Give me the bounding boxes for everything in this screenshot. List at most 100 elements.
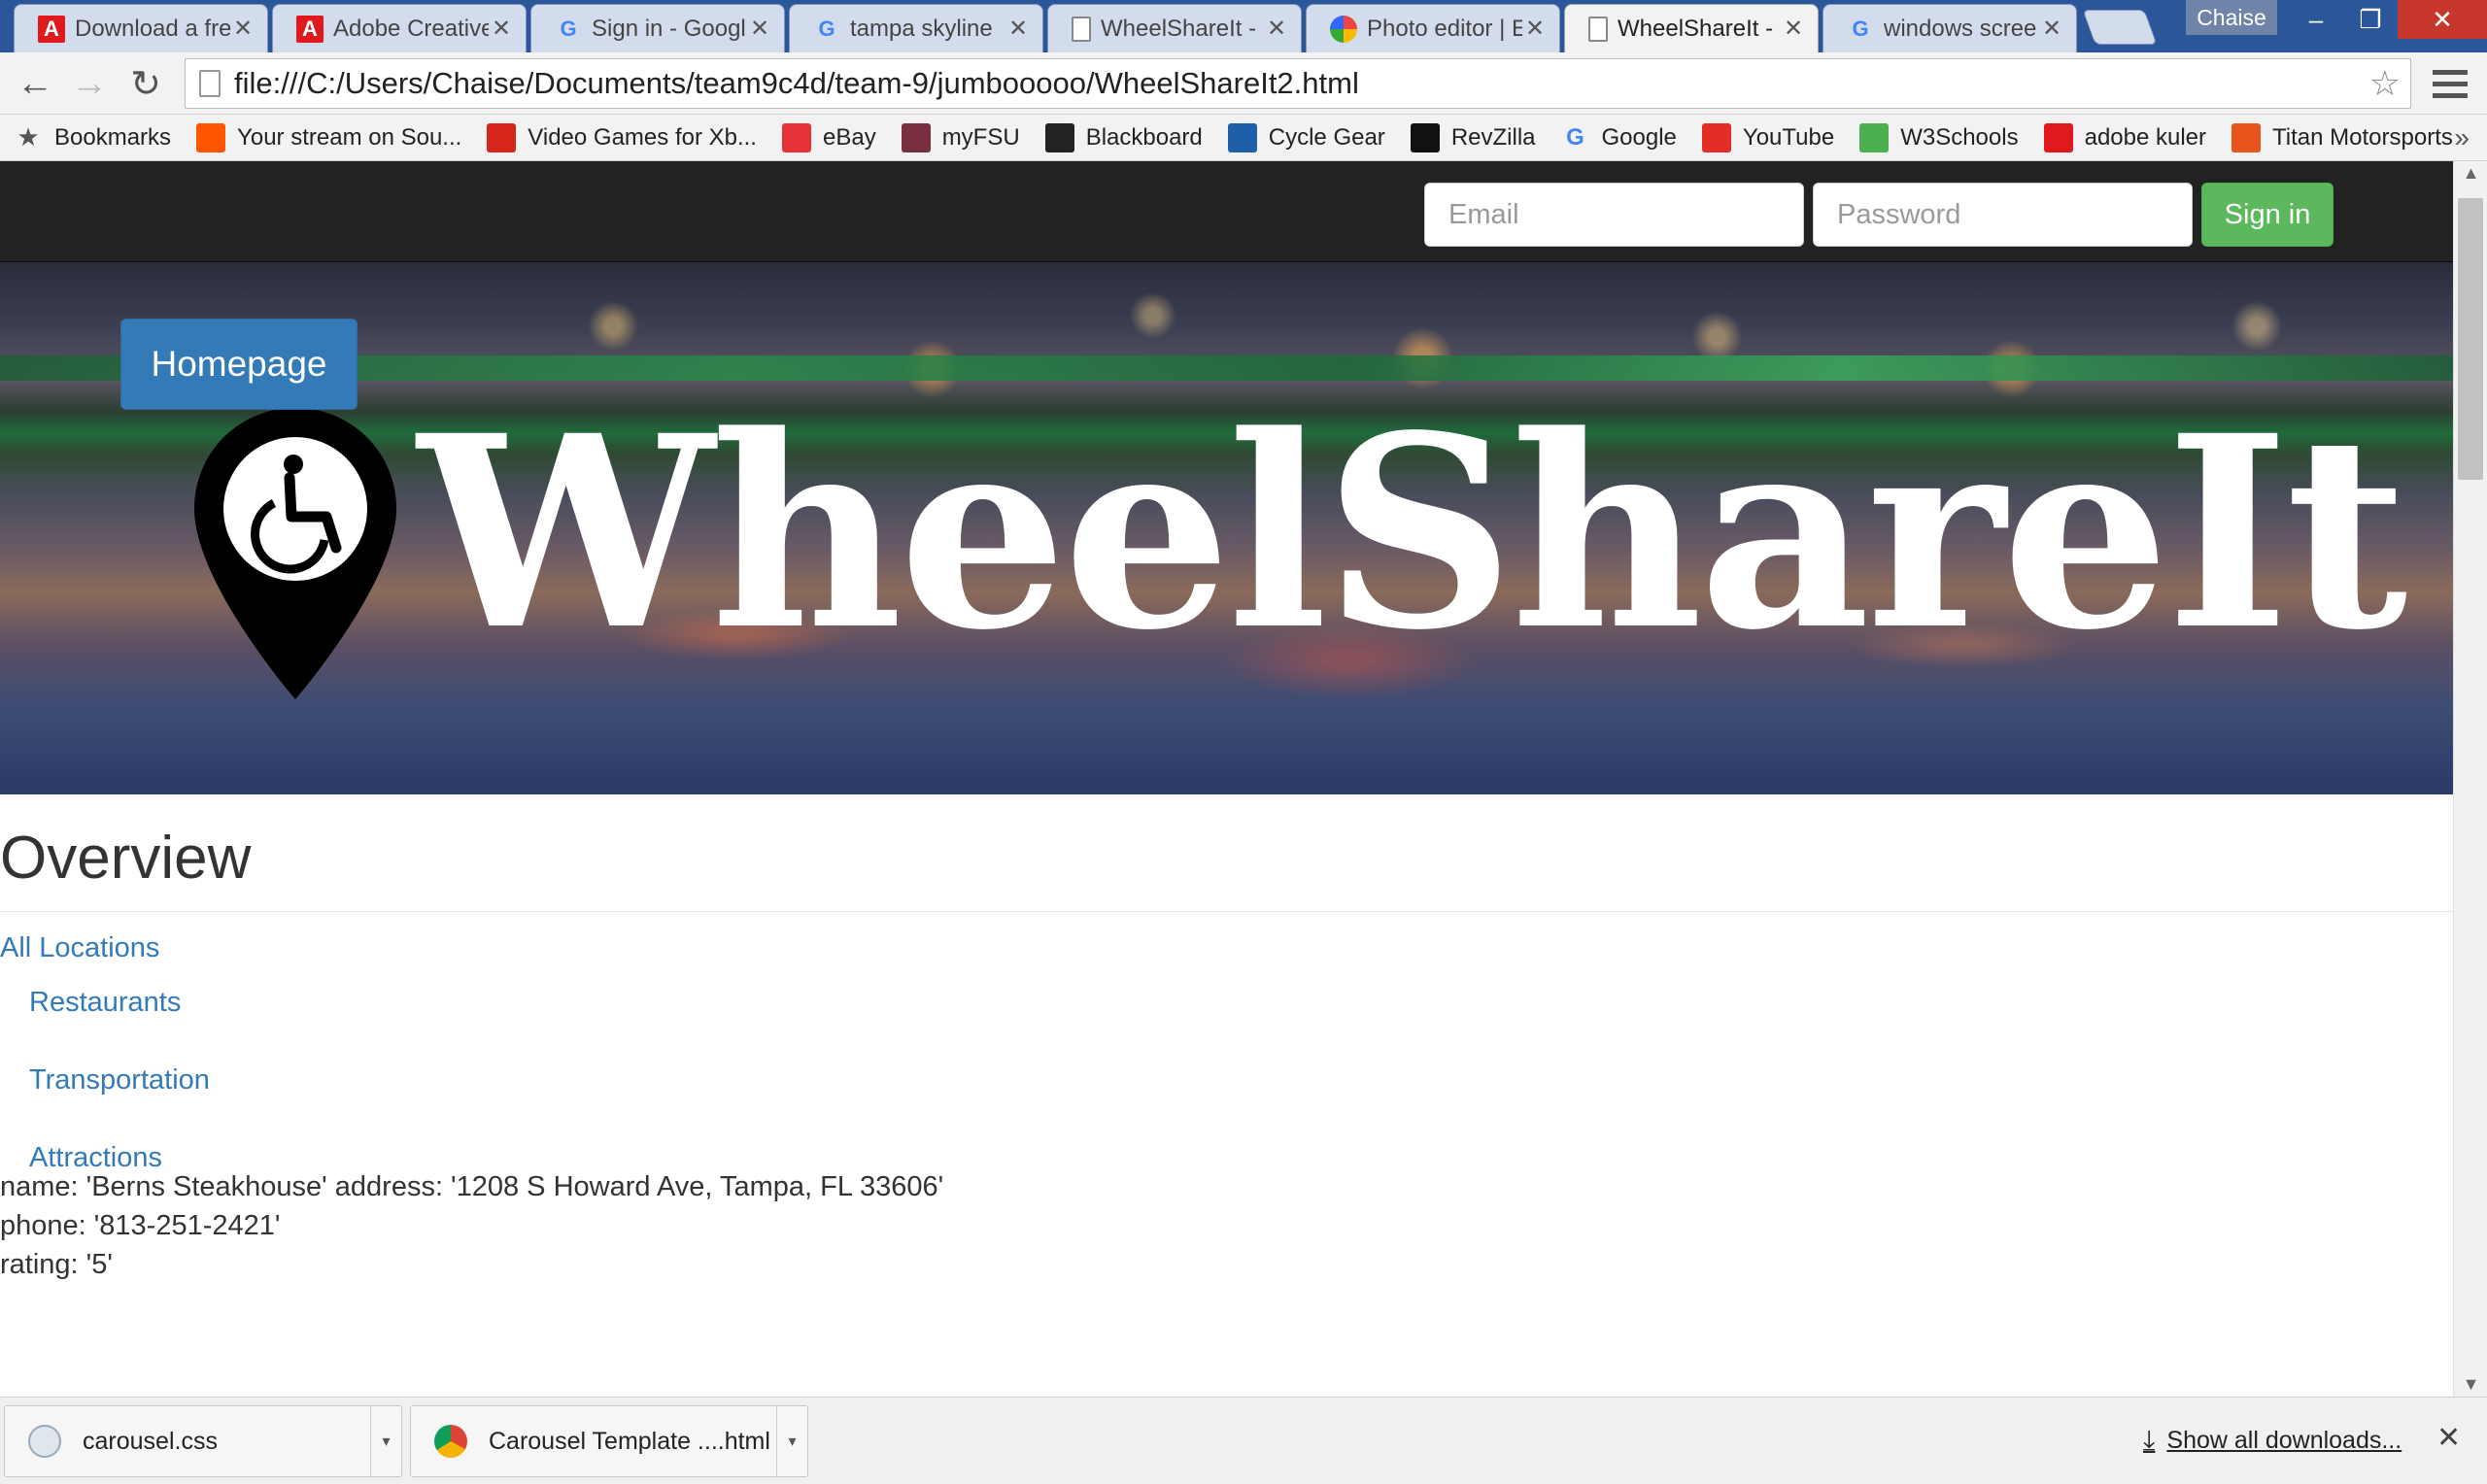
bookmark-label: W3Schools (1900, 123, 2019, 151)
download-icon: ⤓ (2143, 1425, 2156, 1455)
password-field[interactable] (1813, 183, 2193, 247)
bookmarks-overflow-icon[interactable]: » (2454, 122, 2470, 153)
sign-in-button[interactable]: Sign in (2201, 183, 2334, 247)
brand-wordmark: WheelShareIt (418, 379, 2407, 689)
bookmark-item[interactable]: W3Schools (1859, 122, 2019, 152)
bookmark-label: Video Games for Xb... (528, 123, 757, 151)
bridge-background (0, 355, 2453, 381)
google-icon: G (818, 16, 835, 41)
bookmark-star-icon[interactable]: ☆ (2369, 63, 2401, 104)
hero-banner: Homepage WheelShareIt (0, 262, 2453, 794)
location-record: name: 'Berns Steakhouse' address: '1208 … (0, 1167, 943, 1284)
restaurants-link[interactable]: Restaurants (29, 987, 210, 1064)
close-icon[interactable]: ✕ (1005, 15, 1031, 43)
tab-5[interactable]: Photo editor | E ✕ (1306, 4, 1560, 52)
close-icon[interactable]: ✕ (1781, 15, 1806, 43)
bookmark-item[interactable]: myFSU (901, 122, 1020, 152)
download-item[interactable]: carousel.css ▾ (4, 1405, 402, 1477)
tab-3[interactable]: G tampa skyline ✕ (789, 4, 1043, 52)
bookmark-item[interactable]: G Google (1561, 123, 1677, 152)
profile-button[interactable]: Chaise (2186, 0, 2277, 35)
window-close-icon[interactable]: ✕ (2398, 0, 2487, 39)
download-name: carousel.css (83, 1427, 218, 1455)
reload-icon[interactable]: ↻ (122, 60, 169, 107)
tab-title: WheelShareIt - (1618, 15, 1774, 42)
tab-title: Photo editor | E (1367, 15, 1522, 42)
address-bar[interactable]: file:///C:/Users/Chaise/Documents/team9c… (185, 58, 2411, 109)
bookmark-label: RevZilla (1450, 123, 1536, 151)
tab-title: WheelShareIt - (1101, 15, 1257, 42)
photo-icon (1330, 15, 1357, 43)
blackboard-icon (1044, 122, 1074, 152)
bookmark-item[interactable]: Titan Motorsports (2231, 122, 2453, 152)
google-icon: G (1566, 123, 1584, 151)
restore-icon[interactable]: ❐ (2343, 0, 2398, 39)
tab-title: Download a fre (75, 15, 230, 42)
bookmark-label: Google (1601, 123, 1677, 151)
bookmark-item[interactable]: Blackboard (1044, 122, 1203, 152)
close-icon[interactable]: ✕ (489, 15, 514, 43)
bookmark-item[interactable]: RevZilla (1410, 122, 1536, 152)
forward-arrow-icon[interactable]: → (66, 60, 113, 107)
xf-icon (487, 122, 517, 152)
back-arrow-icon[interactable]: ← (12, 60, 58, 107)
adobe-icon: A (296, 15, 324, 43)
bookmarks-bar: ★ Bookmarks Your stream on Sou... Video Gam… (0, 115, 2487, 161)
bookmark-label: adobe kuler (2084, 123, 2207, 151)
close-icon[interactable]: ✕ (747, 15, 772, 43)
tab-2[interactable]: G Sign in - Googl ✕ (530, 4, 785, 52)
page-icon (1588, 16, 1608, 42)
heading-divider (0, 911, 2453, 912)
w3schools-icon (1859, 122, 1890, 152)
address-url[interactable]: file:///C:/Users/Chaise/Documents/team9c… (234, 66, 2369, 101)
email-field[interactable] (1424, 183, 1804, 247)
scroll-down-arrow-icon[interactable]: ▼ (2454, 1374, 2487, 1395)
bookmark-item[interactable]: Cycle Gear (1227, 122, 1385, 152)
bookmark-item[interactable]: YouTube (1701, 122, 1834, 152)
close-icon[interactable]: ✕ (2039, 15, 2064, 43)
page-viewport: Sign in Homepage WheelShareIt Overview A… (0, 161, 2453, 1397)
close-icon[interactable]: ✕ (2436, 1421, 2461, 1455)
cyclegear-icon (1227, 122, 1257, 152)
bookmark-item[interactable]: ★ Bookmarks (14, 122, 171, 152)
menu-icon[interactable] (2433, 66, 2468, 101)
tab-title: windows scree (1884, 15, 2037, 42)
tab-4[interactable]: WheelShareIt - ✕ (1047, 4, 1302, 52)
new-tab-button[interactable] (2082, 10, 2158, 45)
transportation-link[interactable]: Transportation (29, 1064, 210, 1142)
browser-toolbar: ← → ↻ file:///C:/Users/Chaise/Documents/… (0, 52, 2487, 115)
record-line: rating: '5' (0, 1249, 113, 1280)
show-all-downloads-link[interactable]: ⤓ Show all downloads... (2143, 1425, 2402, 1457)
adobe-icon: A (38, 15, 65, 43)
bookmark-item[interactable]: eBay (781, 122, 876, 152)
chevron-down-icon[interactable]: ▾ (370, 1406, 401, 1476)
bookmark-item[interactable]: Your stream on Sou... (196, 122, 462, 152)
close-icon[interactable]: ✕ (1264, 15, 1289, 43)
close-icon[interactable]: ✕ (230, 15, 256, 43)
bookmark-item[interactable]: Video Games for Xb... (487, 122, 757, 152)
tab-7[interactable]: G windows scree ✕ (1823, 4, 2077, 52)
page-icon (1072, 16, 1091, 42)
record-line: name: 'Berns Steakhouse' address: '1208 … (0, 1171, 944, 1202)
star-icon: ★ (17, 122, 40, 152)
close-icon[interactable]: ✕ (1522, 15, 1548, 43)
scrollbar-thumb[interactable] (2458, 198, 2483, 480)
bookmark-label: eBay (822, 123, 876, 151)
all-locations-link[interactable]: All Locations (0, 932, 159, 964)
homepage-button[interactable]: Homepage (120, 319, 358, 410)
download-item[interactable]: Carousel Template ....html ▾ (410, 1405, 808, 1477)
vertical-scrollbar[interactable]: ▲ ▼ (2453, 161, 2487, 1397)
tab-1[interactable]: A Adobe Creative ✕ (272, 4, 527, 52)
scroll-up-arrow-icon[interactable]: ▲ (2454, 163, 2487, 184)
wheelchair-pin-icon (194, 408, 396, 699)
tab-6-active[interactable]: WheelShareIt - ✕ (1564, 4, 1819, 52)
minimize-icon[interactable]: – (2289, 0, 2343, 39)
downloads-shelf: carousel.css ▾ Carousel Template ....htm… (0, 1397, 2487, 1484)
chevron-down-icon[interactable]: ▾ (776, 1406, 807, 1476)
tab-title: tampa skyline (850, 15, 993, 42)
tab-0[interactable]: A Download a fre ✕ (14, 4, 268, 52)
bookmark-label: Your stream on Sou... (237, 123, 462, 151)
bookmark-item[interactable]: adobe kuler (2043, 122, 2207, 152)
titan-icon (2231, 122, 2262, 152)
tab-title: Sign in - Googl (592, 15, 746, 42)
